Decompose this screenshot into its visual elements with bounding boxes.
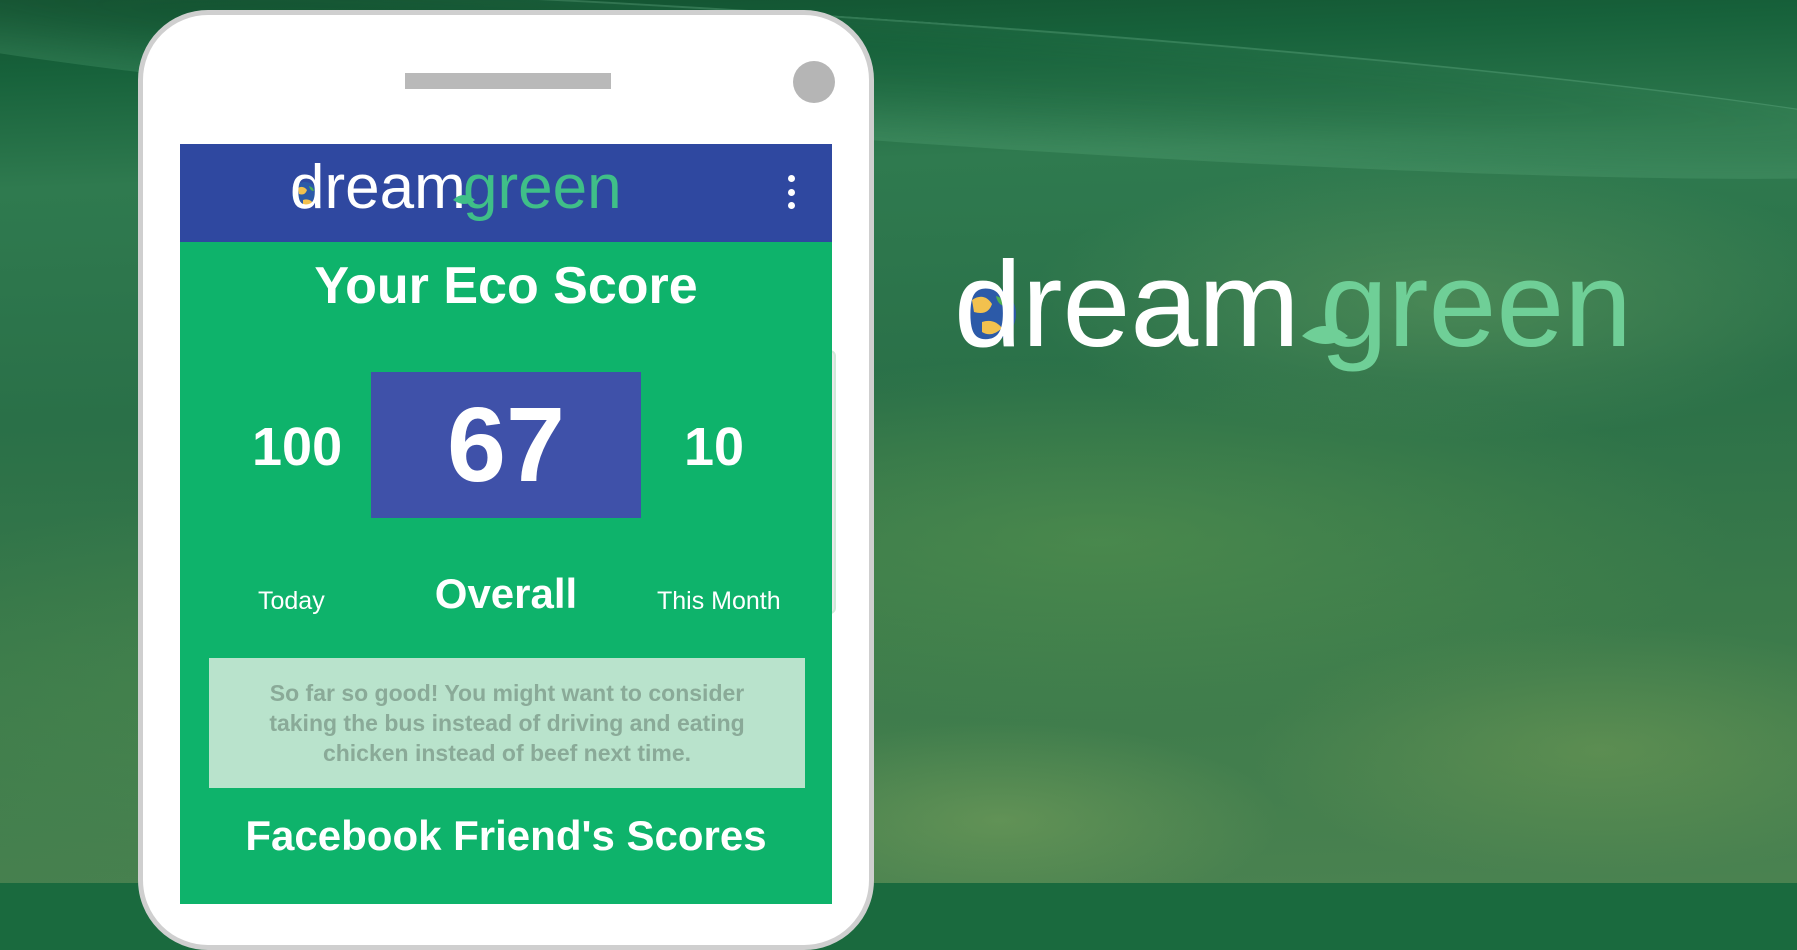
advice-card: So far so good! You might want to consid… <box>209 658 805 788</box>
app-logo-graphic: dream green <box>290 153 622 222</box>
brand-logo: dream green <box>950 236 1730 393</box>
phone-camera <box>793 61 835 103</box>
logo-dream-text: dream <box>954 238 1300 372</box>
app-bar: dream green <box>180 144 832 242</box>
friends-scores-title: Facebook Friend's Scores <box>245 812 767 859</box>
app-screen: dream green Your Eco Score 100 67 10 Tod… <box>180 144 832 904</box>
logo-green-text: green <box>463 153 622 222</box>
overall-score-box: 67 <box>371 372 641 518</box>
more-vert-icon[interactable] <box>786 175 796 209</box>
app-logo: dream green <box>285 150 685 245</box>
phone-speaker <box>405 73 611 89</box>
eco-score-title: Your Eco Score <box>314 257 698 315</box>
brand-logo-graphic: dream green <box>954 236 1632 372</box>
month-score: 10 <box>684 417 745 477</box>
overall-score: 67 <box>447 386 565 504</box>
logo-dream-text: dream <box>290 153 466 222</box>
logo-green-text: green <box>1320 238 1632 372</box>
today-score: 100 <box>252 417 343 477</box>
score-row: 100 67 10 <box>180 372 832 518</box>
month-label: This Month <box>657 587 781 615</box>
advice-text: So far so good! You might want to consid… <box>269 680 745 766</box>
